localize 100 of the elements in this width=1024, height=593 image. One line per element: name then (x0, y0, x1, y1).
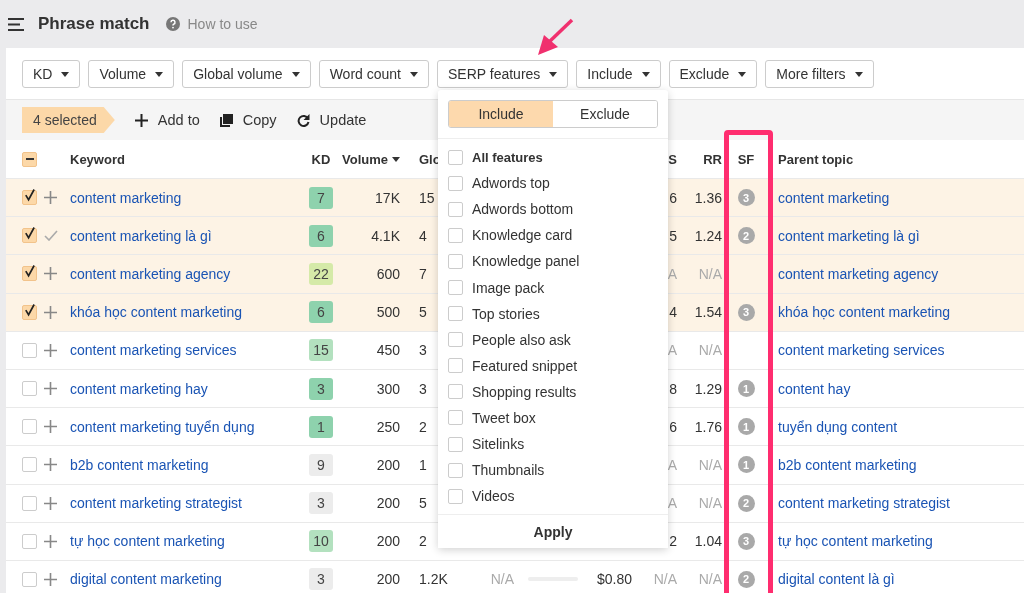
option-label[interactable]: Adwords top (472, 175, 550, 192)
column-header[interactable]: RR (680, 151, 722, 167)
parent-topic-link[interactable]: digital content là gì (770, 571, 1016, 588)
option-checkbox[interactable] (448, 201, 463, 217)
plus-icon[interactable] (44, 191, 57, 205)
toolbar-button[interactable]: Add to (134, 112, 200, 128)
filter-dropdown[interactable]: Word count (318, 60, 429, 88)
option-checkbox[interactable] (448, 384, 463, 400)
keyword-link[interactable]: tự học content marketing (70, 533, 300, 550)
help-icon[interactable] (165, 17, 180, 31)
check-icon[interactable] (44, 230, 58, 242)
plus-icon[interactable] (44, 534, 57, 548)
option-label[interactable]: Sitelinks (472, 436, 525, 453)
option-label[interactable]: Thumbnails (472, 462, 545, 479)
option-label[interactable]: Knowledge card (472, 227, 573, 244)
option-label[interactable]: Image pack (472, 279, 545, 296)
row-checkbox[interactable] (22, 228, 37, 244)
option-label[interactable]: Shopping results (472, 383, 577, 400)
column-header[interactable]: S (668, 151, 677, 167)
row-checkbox[interactable] (22, 533, 37, 549)
column-header[interactable]: Parent topic (770, 151, 1016, 167)
row-checkbox[interactable] (22, 457, 37, 473)
option-checkbox[interactable] (448, 227, 463, 243)
row-checkbox[interactable] (22, 266, 37, 282)
filter-dropdown[interactable]: Volume (88, 60, 175, 88)
filter-dropdown[interactable]: More filters (765, 60, 874, 88)
parent-topic-link[interactable]: content marketing strategist (770, 495, 1016, 512)
parent-topic-link[interactable]: b2b content marketing (770, 456, 1016, 473)
plus-icon[interactable] (44, 496, 57, 510)
keyword-link[interactable]: digital content marketing (70, 571, 300, 588)
keyword-link[interactable]: content marketing (70, 189, 300, 206)
keyword-link[interactable]: content marketing services (70, 342, 300, 359)
caret-icon (155, 71, 164, 77)
row-checkbox[interactable] (22, 342, 37, 358)
parent-topic-link[interactable]: content marketing là gì (770, 227, 1016, 244)
option-label[interactable]: Adwords bottom (472, 201, 574, 218)
plus-icon[interactable] (44, 572, 57, 586)
toolbar-button[interactable]: Update (296, 112, 367, 128)
keyword-link[interactable]: content marketing hay (70, 380, 300, 397)
keyword-link[interactable]: content marketing là gì (70, 227, 300, 244)
keyword-link[interactable]: content marketing agency (70, 265, 300, 282)
parent-topic-link[interactable]: content hay (770, 380, 1016, 397)
table-cell-text: 1.54 (693, 304, 722, 321)
keyword-link[interactable]: content marketing tuyển dụng (70, 418, 300, 435)
keyword-link[interactable]: b2b content marketing (70, 456, 300, 473)
row-checkbox[interactable] (22, 495, 37, 511)
option-label[interactable]: Knowledge panel (472, 253, 580, 270)
option-checkbox[interactable] (448, 488, 463, 504)
table-cell: 1 (419, 456, 427, 473)
filter-dropdown[interactable]: Include (576, 60, 661, 88)
row-checkbox[interactable] (22, 381, 37, 397)
plus-icon[interactable] (44, 458, 57, 472)
option-checkbox[interactable] (448, 462, 463, 478)
column-header[interactable]: Volume (342, 151, 400, 167)
option-label[interactable]: Tweet box (472, 410, 536, 426)
apply-button[interactable]: Apply (438, 514, 668, 548)
column-header[interactable]: KD (300, 151, 342, 167)
row-checkbox[interactable] (22, 419, 37, 435)
column-header[interactable]: Keyword (70, 151, 300, 167)
option-checkbox[interactable] (448, 253, 463, 269)
parent-topic-link[interactable]: tuyển dụng content (770, 418, 1016, 435)
difficulty-badge: 10 (309, 530, 333, 553)
parent-topic-link[interactable]: khóa học content marketing (770, 304, 1016, 321)
filter-dropdown[interactable]: Exclude (668, 60, 758, 88)
option-label[interactable]: Featured snippet (472, 357, 578, 374)
select-all-checkbox[interactable] (22, 151, 37, 167)
option-checkbox[interactable] (448, 436, 463, 452)
parent-topic-link[interactable]: content marketing (770, 189, 1016, 206)
option-checkbox[interactable] (448, 175, 463, 191)
option-checkbox[interactable] (448, 306, 463, 322)
keyword-link[interactable]: content marketing strategist (70, 495, 300, 512)
parent-topic-link[interactable]: content marketing agency (770, 265, 1016, 282)
option-label[interactable]: Top stories (472, 305, 540, 322)
plus-icon[interactable] (44, 420, 57, 434)
option-checkbox[interactable] (448, 358, 463, 374)
option-label[interactable]: All features (472, 149, 543, 165)
plus-icon[interactable] (44, 267, 57, 281)
column-header[interactable]: SF (722, 151, 770, 167)
toolbar-button[interactable]: Copy (219, 112, 277, 128)
plus-icon[interactable] (44, 343, 57, 357)
filter-dropdown[interactable]: SERP features (437, 60, 569, 88)
menu-icon[interactable] (8, 17, 24, 31)
option-label[interactable]: People also ask (472, 331, 571, 348)
row-checkbox[interactable] (22, 304, 37, 320)
plus-icon[interactable] (44, 305, 57, 319)
row-checkbox[interactable] (22, 190, 37, 206)
table-cell-text: 1.76 (693, 418, 722, 435)
option-checkbox[interactable] (448, 280, 463, 295)
parent-topic-link[interactable]: content marketing services (770, 342, 1016, 359)
option-checkbox[interactable] (448, 149, 463, 165)
keyword-link[interactable]: khóa học content marketing (70, 304, 300, 321)
row-checkbox[interactable] (22, 571, 37, 587)
filter-dropdown[interactable]: Global volume (182, 60, 311, 88)
option-checkbox[interactable] (448, 332, 463, 348)
filter-dropdown[interactable]: KD (22, 60, 81, 88)
parent-topic-link[interactable]: tự học content marketing (770, 533, 1016, 550)
toggle-option[interactable]: Include (449, 101, 553, 127)
option-checkbox[interactable] (448, 410, 463, 426)
plus-icon[interactable] (44, 382, 57, 396)
option-label[interactable]: Videos (472, 488, 515, 505)
